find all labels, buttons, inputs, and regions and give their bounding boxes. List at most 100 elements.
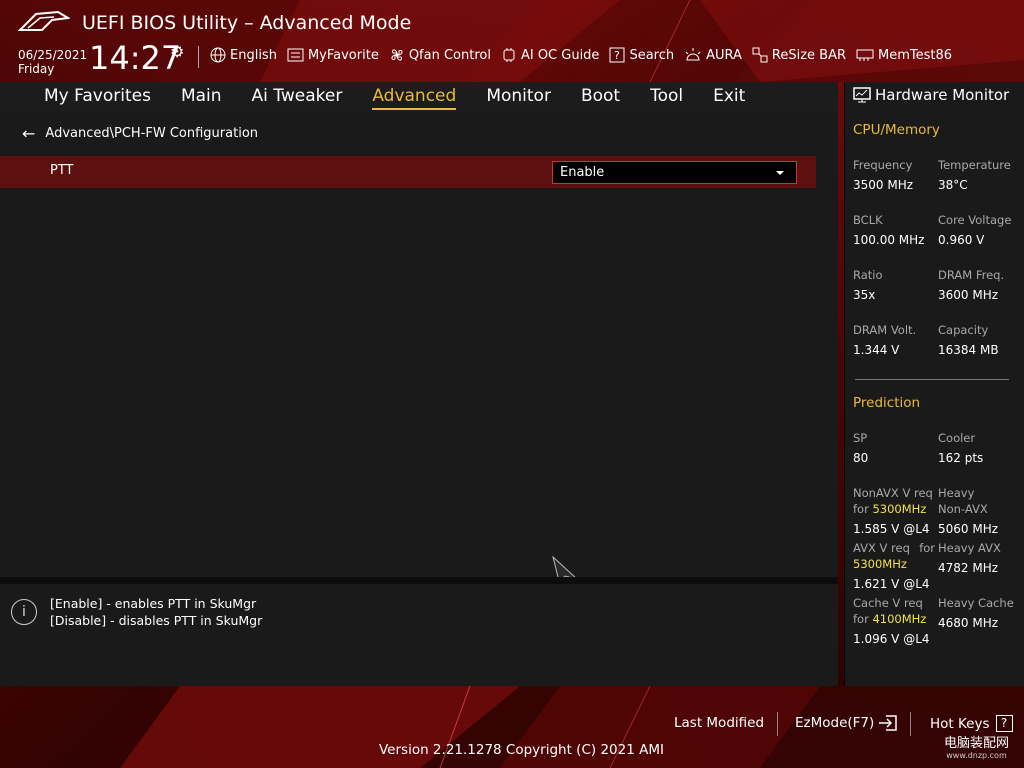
header: UEFI BIOS Utility – Advanced Mode 06/25/… bbox=[0, 0, 1024, 82]
myfavorite-button[interactable]: MyFavorite bbox=[287, 47, 379, 63]
help-line: [Disable] - disables PTT in SkuMgr bbox=[50, 613, 263, 628]
setting-row-ptt[interactable]: PTT Enable bbox=[0, 156, 816, 188]
app-title: UEFI BIOS Utility – Advanced Mode bbox=[82, 12, 412, 34]
breadcrumb: ← Advanced\PCH-FW Configuration bbox=[22, 124, 258, 143]
capacity-value: 16384 MB bbox=[938, 343, 999, 357]
cooler-label: Cooler bbox=[938, 431, 976, 445]
help-divider bbox=[0, 577, 838, 584]
top-toolbar: English MyFavorite Qfan Control AI OC Gu… bbox=[210, 47, 962, 63]
last-modified-label: Last Modified bbox=[674, 715, 765, 731]
watermark: 电脑装配网 www.dnzp.com bbox=[944, 732, 1009, 760]
tab-my-favorites[interactable]: My Favorites bbox=[0, 82, 166, 112]
prediction-title: Prediction bbox=[853, 395, 921, 411]
footer-divider bbox=[910, 712, 911, 736]
nonavx-for: for bbox=[853, 502, 869, 516]
nonavx-label-text: NonAVX V req bbox=[853, 486, 933, 500]
hw-divider bbox=[855, 379, 1009, 380]
cache-label: Cache V req for 4100MHz bbox=[853, 595, 926, 627]
cache-freq: 4100MHz bbox=[872, 612, 927, 626]
main-nav: My Favorites Main Ai Tweaker Advanced Mo… bbox=[0, 82, 838, 112]
favorite-list-icon bbox=[287, 48, 304, 62]
watermark-line-2: www.dnzp.com bbox=[946, 751, 1007, 760]
help-panel: i [Enable] - enables PTT in SkuMgr [Disa… bbox=[0, 584, 838, 686]
resize-bar-button[interactable]: ReSize BAR bbox=[752, 47, 846, 63]
sp-label: SP bbox=[853, 431, 868, 445]
hotkeys-button[interactable]: Hot Keys ? bbox=[930, 715, 1013, 732]
ezmode-label: EzMode(F7) bbox=[795, 715, 875, 731]
fan-icon bbox=[391, 49, 403, 61]
breadcrumb-text: Advanced\PCH-FW Configuration bbox=[45, 126, 259, 141]
ai-oc-icon bbox=[503, 48, 515, 62]
language-button[interactable]: English bbox=[210, 47, 277, 63]
clock[interactable]: 14:27 bbox=[89, 40, 181, 76]
hw-title-text: Hardware Monitor bbox=[875, 86, 1010, 104]
avx-freq: 5300MHz bbox=[853, 557, 907, 571]
avx-label: AVX V req for 5300MHz bbox=[853, 540, 935, 572]
search-help-icon: ? bbox=[609, 47, 625, 63]
tab-exit[interactable]: Exit bbox=[698, 82, 760, 112]
ptt-select[interactable]: Enable bbox=[552, 161, 797, 184]
bclk-label: BCLK bbox=[853, 213, 883, 227]
resize-bar-icon bbox=[752, 47, 768, 63]
info-icon: i bbox=[11, 599, 37, 625]
chevron-down-icon bbox=[776, 171, 784, 175]
memtest-label: MemTest86 bbox=[878, 47, 953, 63]
date-text: 06/25/2021 bbox=[18, 48, 88, 62]
nonavx-freq: 5300MHz bbox=[872, 502, 927, 516]
aura-button[interactable]: AURA bbox=[684, 47, 742, 63]
last-modified-button[interactable]: Last Modified bbox=[674, 715, 764, 731]
back-arrow-icon[interactable]: ← bbox=[22, 124, 35, 143]
avx-for: for bbox=[919, 541, 935, 555]
cache-for: for bbox=[853, 612, 869, 626]
tab-advanced[interactable]: Advanced bbox=[357, 82, 471, 112]
ratio-label: Ratio bbox=[853, 268, 883, 282]
heavy-nonavx-label-2: Non-AVX bbox=[938, 502, 988, 516]
search-button[interactable]: ? Search bbox=[609, 47, 674, 63]
heavy-nonavx-label-1: Heavy bbox=[938, 486, 975, 500]
date-display: 06/25/2021 Friday bbox=[18, 48, 87, 76]
rog-logo-icon bbox=[18, 10, 70, 31]
dram-freq-value: 3600 MHz bbox=[938, 288, 999, 302]
cache-value: 1.096 V @L4 bbox=[853, 632, 930, 646]
ezmode-button[interactable]: EzMode(F7) bbox=[795, 715, 899, 731]
tab-boot[interactable]: Boot bbox=[566, 82, 635, 112]
avx-label-text: AVX V req bbox=[853, 541, 910, 555]
heavy-nonavx-value: 5060 MHz bbox=[938, 522, 999, 536]
qfan-label: Qfan Control bbox=[408, 47, 491, 63]
svg-text:?: ? bbox=[614, 49, 620, 62]
heavy-avx-label: Heavy AVX bbox=[938, 541, 1001, 555]
tab-tool[interactable]: Tool bbox=[635, 82, 698, 112]
dram-volt-value: 1.344 V bbox=[853, 343, 900, 357]
aura-label: AURA bbox=[706, 47, 742, 63]
memory-icon bbox=[856, 49, 874, 61]
capacity-label: Capacity bbox=[938, 323, 989, 337]
cache-label-text: Cache V req bbox=[853, 596, 923, 610]
ai-oc-guide-button[interactable]: AI OC Guide bbox=[501, 47, 599, 63]
cooler-value: 162 pts bbox=[938, 451, 984, 465]
language-label: English bbox=[230, 47, 277, 63]
core-voltage-value: 0.960 V bbox=[938, 233, 985, 247]
footer-divider bbox=[777, 712, 778, 736]
myfavorite-label: MyFavorite bbox=[307, 47, 379, 63]
tab-ai-tweaker[interactable]: Ai Tweaker bbox=[237, 82, 358, 112]
cpu-memory-title: CPU/Memory bbox=[853, 122, 940, 138]
day-text: Friday bbox=[18, 62, 55, 76]
ptt-select-value: Enable bbox=[560, 165, 605, 180]
aura-light-icon bbox=[685, 48, 701, 61]
help-key-icon: ? bbox=[995, 715, 1013, 732]
temperature-value: 38°C bbox=[938, 178, 968, 192]
memtest-button[interactable]: MemTest86 bbox=[856, 47, 952, 63]
gear-icon[interactable]: ⚙ bbox=[170, 42, 184, 61]
bclk-value: 100.00 MHz bbox=[853, 233, 925, 247]
qfan-control-button[interactable]: Qfan Control bbox=[389, 47, 491, 63]
setting-label: PTT bbox=[50, 163, 74, 178]
heavy-cache-label: Heavy Cache bbox=[938, 596, 1014, 610]
frequency-label: Frequency bbox=[853, 158, 913, 172]
nonavx-value: 1.585 V @L4 bbox=[853, 522, 930, 536]
heavy-nonavx-label: Heavy Non-AVX bbox=[938, 485, 988, 517]
ai-oc-label: AI OC Guide bbox=[520, 47, 600, 63]
tab-monitor[interactable]: Monitor bbox=[471, 82, 566, 112]
tab-main[interactable]: Main bbox=[166, 82, 237, 112]
help-text: [Enable] - enables PTT in SkuMgr [Disabl… bbox=[50, 595, 262, 629]
monitor-icon bbox=[853, 87, 871, 103]
